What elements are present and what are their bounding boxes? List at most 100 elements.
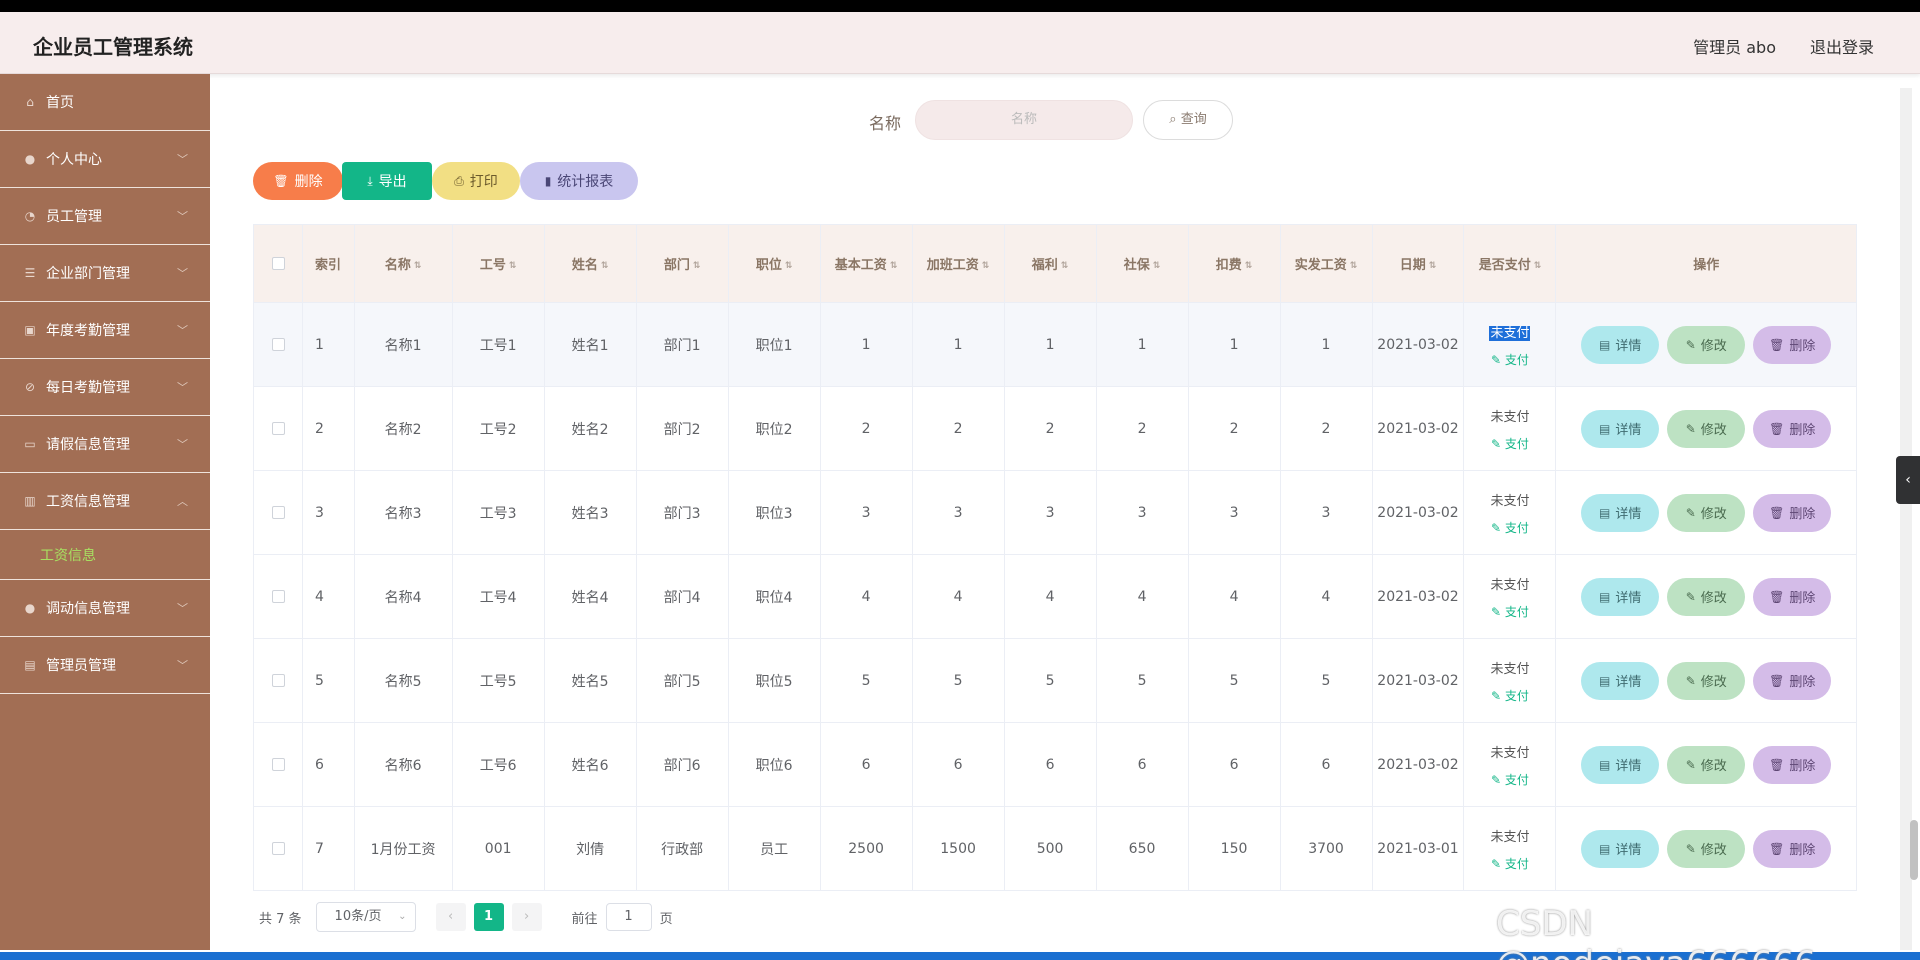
- query-button[interactable]: ⌕ 查询: [1143, 100, 1233, 140]
- sort-icon[interactable]: ⇅: [982, 261, 990, 271]
- column-header[interactable]: 名称 ⇅: [354, 224, 453, 303]
- scrollbar-thumb[interactable]: [1910, 820, 1918, 880]
- pay-link[interactable]: ✎ 支付: [1464, 687, 1555, 704]
- detail-button[interactable]: ▤ 详情: [1581, 493, 1660, 532]
- pay-link[interactable]: ✎ 支付: [1464, 855, 1555, 872]
- delete-button[interactable]: 🗑 删除: [1753, 409, 1832, 448]
- trash-icon: 🗑: [1769, 589, 1785, 604]
- page-size-select[interactable]: 10条/页 ⌄: [315, 902, 416, 932]
- column-header-label: 操作: [1693, 258, 1720, 273]
- delete-button[interactable]: 🗑 删除: [1753, 661, 1832, 700]
- delete-button[interactable]: 🗑 删除: [1753, 493, 1832, 532]
- column-header[interactable]: 工号 ⇅: [452, 224, 545, 303]
- window-top-strip: [0, 0, 1920, 12]
- column-header[interactable]: 加班工资 ⇅: [912, 224, 1005, 303]
- row-checkbox[interactable]: [271, 758, 285, 771]
- column-header-label: 实发工资: [1294, 258, 1347, 273]
- sidebar-item-label: 企业部门管理: [46, 266, 130, 282]
- sort-icon[interactable]: ⇅: [414, 261, 422, 271]
- column-header[interactable]: 是否支付 ⇅: [1463, 224, 1557, 303]
- sort-icon[interactable]: ⇅: [1153, 261, 1161, 271]
- sidebar-item-sidebar.items3[interactable]: ☰ 企业部门管理 ﹀: [0, 245, 210, 302]
- column-header[interactable]: 部门 ⇅: [636, 224, 729, 303]
- column-header[interactable]: 实发工资 ⇅: [1280, 224, 1373, 303]
- goto-page-input[interactable]: 1: [605, 903, 652, 931]
- column-header[interactable]: 扣费 ⇅: [1188, 224, 1281, 303]
- column-header[interactable]: 社保 ⇅: [1096, 224, 1189, 303]
- edit-button[interactable]: ✎ 修改: [1667, 829, 1746, 868]
- column-header[interactable]: 姓名 ⇅: [544, 224, 637, 303]
- column-header[interactable]: 福利 ⇅: [1004, 224, 1097, 303]
- next-page-button[interactable]: ›: [511, 903, 542, 931]
- sidebar-subitem-salary-info[interactable]: 工资信息: [0, 530, 210, 580]
- page-number-current[interactable]: 1: [473, 903, 504, 931]
- sort-icon[interactable]: ⇅: [1350, 261, 1358, 271]
- row-checkbox[interactable]: [271, 422, 285, 435]
- detail-button[interactable]: ▤ 详情: [1581, 409, 1660, 448]
- edit-button[interactable]: ✎ 修改: [1667, 493, 1746, 532]
- select-all-checkbox[interactable]: [271, 257, 285, 270]
- sidebar-item-label: 个人中心: [46, 152, 102, 168]
- sort-icon[interactable]: ⇅: [1061, 261, 1069, 271]
- sidebar-item-sidebar.items2[interactable]: ◔ 员工管理 ﹀: [0, 188, 210, 245]
- pay-link[interactable]: ✎ 支付: [1464, 519, 1555, 536]
- sidebar-item-sidebar.items7[interactable]: ▥ 工资信息管理 ︿: [0, 473, 210, 530]
- detail-button[interactable]: ▤ 详情: [1581, 661, 1660, 700]
- search-input[interactable]: 名称: [915, 100, 1133, 140]
- export-button[interactable]: ⤓ 导出: [342, 162, 432, 200]
- current-user: 管理员 abo: [1693, 38, 1776, 57]
- sidebar-item-sidebar.items_after1[interactable]: ▤ 管理员管理 ﹀: [0, 637, 210, 694]
- edit-button[interactable]: ✎ 修改: [1667, 745, 1746, 784]
- sidebar-item-sidebar.items1[interactable]: ● 个人中心 ﹀: [0, 131, 210, 188]
- sort-icon[interactable]: ⇅: [693, 261, 701, 271]
- column-header[interactable]: 日期 ⇅: [1372, 224, 1465, 303]
- trash-icon: 🗑: [1769, 757, 1785, 772]
- row-checkbox[interactable]: [271, 506, 285, 519]
- edit-button[interactable]: ✎ 修改: [1667, 325, 1746, 364]
- sidebar-item-sidebar.items4[interactable]: ▣ 年度考勤管理 ﹀: [0, 302, 210, 359]
- sort-icon[interactable]: ⇅: [1429, 261, 1437, 271]
- sort-icon[interactable]: ⇅: [785, 261, 793, 271]
- table-cell: 2: [1280, 386, 1373, 471]
- row-checkbox[interactable]: [271, 590, 285, 603]
- sort-icon[interactable]: ⇅: [601, 261, 609, 271]
- delete-button[interactable]: 🗑 删除: [1753, 325, 1832, 364]
- sort-icon[interactable]: ⇅: [509, 261, 517, 271]
- sort-icon[interactable]: ⇅: [1534, 261, 1542, 271]
- detail-button[interactable]: ▤ 详情: [1581, 577, 1660, 616]
- sidebar-item-sidebar.items_after0[interactable]: ● 调动信息管理 ﹀: [0, 580, 210, 637]
- logout-link[interactable]: 退出登录: [1810, 34, 1874, 58]
- stats-report-button[interactable]: ▮ 统计报表: [520, 162, 638, 200]
- detail-button[interactable]: ▤ 详情: [1581, 325, 1660, 364]
- print-button[interactable]: ⎙ 打印: [432, 162, 520, 200]
- payment-cell: 未支付 ✎ 支付: [1463, 386, 1557, 471]
- batch-delete-button[interactable]: 🗑 删除: [253, 162, 343, 200]
- sort-icon[interactable]: ⇅: [1245, 261, 1253, 271]
- sidebar-item-sidebar.items6[interactable]: ▭ 请假信息管理 ﹀: [0, 416, 210, 473]
- sidebar-item-sidebar.items5[interactable]: ⊘ 每日考勤管理 ﹀: [0, 359, 210, 416]
- pay-link[interactable]: ✎ 支付: [1464, 435, 1555, 452]
- edit-button[interactable]: ✎ 修改: [1667, 577, 1746, 616]
- row-checkbox[interactable]: [271, 842, 285, 855]
- prev-page-button[interactable]: ‹: [435, 903, 466, 931]
- column-header[interactable]: 基本工资 ⇅: [820, 224, 913, 303]
- column-header[interactable]: 职位 ⇅: [728, 224, 821, 303]
- sort-icon[interactable]: ⇅: [890, 261, 898, 271]
- edit-button[interactable]: ✎ 修改: [1667, 409, 1746, 448]
- sidebar-item-sidebar.items0[interactable]: ⌂ 首页: [0, 74, 210, 131]
- detail-button[interactable]: ▤ 详情: [1581, 829, 1660, 868]
- pay-link[interactable]: ✎ 支付: [1464, 771, 1555, 788]
- row-checkbox[interactable]: [271, 674, 285, 687]
- delete-button[interactable]: 🗑 删除: [1753, 745, 1832, 784]
- collapse-panel-tab[interactable]: ‹: [1896, 456, 1920, 504]
- table-cell: 001: [452, 806, 545, 891]
- delete-button[interactable]: 🗑 删除: [1753, 577, 1832, 616]
- detail-label: 详情: [1615, 759, 1642, 774]
- detail-button[interactable]: ▤ 详情: [1581, 745, 1660, 784]
- pay-link[interactable]: ✎ 支付: [1464, 603, 1555, 620]
- edit-button[interactable]: ✎ 修改: [1667, 661, 1746, 700]
- delete-button[interactable]: 🗑 删除: [1753, 829, 1832, 868]
- pay-link[interactable]: ✎ 支付: [1464, 351, 1555, 368]
- chevron-down-icon: ﹀: [177, 210, 188, 223]
- row-checkbox[interactable]: [271, 338, 285, 351]
